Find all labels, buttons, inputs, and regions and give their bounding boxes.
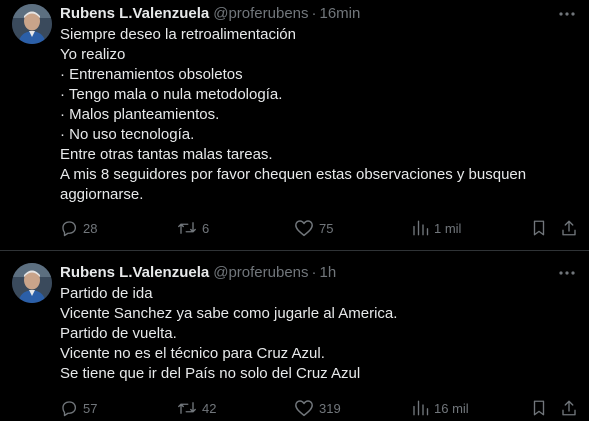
tweet-text-line: · No uso tecnología.: [60, 126, 195, 143]
like-count: 319: [319, 400, 341, 416]
avatar[interactable]: [12, 263, 52, 303]
bookmark-button[interactable]: [530, 398, 548, 418]
like-button[interactable]: 319: [294, 398, 341, 418]
tweet-text-line: Vicente Sanchez ya sabe como jugarle al …: [60, 305, 398, 322]
reply-count: 28: [83, 220, 98, 236]
tweet-text-line: aggiornarse.: [60, 186, 144, 203]
like-icon: [295, 400, 313, 417]
separator-dot: ·: [311, 5, 317, 22]
tweet-text-line: Partido de vuelta.: [60, 325, 177, 342]
share-button[interactable]: [560, 398, 578, 418]
tweet[interactable]: Rubens L.Valenzuela @proferubens · 16min Si…: [0, 0, 589, 251]
separator-dot: ·: [311, 264, 317, 281]
tweet-actions: 28 6 75 1 mil: [60, 218, 580, 238]
retweet-button[interactable]: 42: [177, 398, 216, 418]
reply-icon: [62, 401, 77, 417]
tweet[interactable]: Rubens L.Valenzuela @proferubens · 1h Parti…: [0, 251, 589, 421]
author-name[interactable]: Rubens L.Valenzuela: [60, 264, 209, 281]
retweet-count: 42: [202, 400, 217, 416]
views-count: 16 mil: [434, 400, 469, 416]
author-handle[interactable]: @proferubens: [213, 264, 308, 281]
views-icon: [413, 400, 429, 416]
tweet-text-line: Partido de ida: [60, 285, 153, 302]
bookmark-button[interactable]: [530, 218, 548, 238]
tweet-text-line: A mis 8 seguidores por favor chequen est…: [60, 166, 527, 183]
share-button[interactable]: [560, 218, 578, 238]
tweet-actions: 57 42 319 16 mil: [60, 398, 580, 418]
avatar-photo: [12, 4, 52, 44]
tweet-text: Siempre deseo la retroalimentación Yo re…: [60, 25, 580, 205]
reply-count: 57: [83, 400, 98, 416]
tweet-text-line: Se tiene que ir del País no solo del Cru…: [60, 365, 361, 382]
avatar[interactable]: [12, 4, 52, 44]
tweet-text-line: Siempre deseo la retroalimentación: [60, 26, 296, 43]
tweet-text-line: Vicente no es el técnico para Cruz Azul.: [60, 345, 325, 362]
tweet-text-line: · Tengo mala o nula metodología.: [60, 86, 283, 103]
timestamp[interactable]: 1h: [320, 264, 337, 281]
like-count: 75: [319, 220, 334, 236]
retweet-icon: [178, 222, 196, 234]
like-icon: [295, 220, 313, 237]
views-icon: [413, 220, 429, 236]
retweet-button[interactable]: 6: [177, 218, 209, 238]
tweet-text-line: · Malos planteamientos.: [60, 106, 220, 123]
more-icon[interactable]: [557, 263, 577, 283]
reply-button[interactable]: 57: [60, 398, 97, 418]
bookmark-icon: [533, 400, 545, 416]
timestamp[interactable]: 16min: [320, 5, 361, 22]
tweet-header: Rubens L.Valenzuela @proferubens · 16min: [60, 4, 360, 24]
tweet-header: Rubens L.Valenzuela @proferubens · 1h: [60, 263, 336, 283]
like-button[interactable]: 75: [294, 218, 333, 238]
share-icon: [562, 220, 576, 236]
reply-icon: [62, 221, 77, 237]
share-icon: [562, 400, 576, 416]
tweet-text-line: · Entrenamientos obsoletos: [60, 66, 243, 83]
tweet-text-line: Yo realizo: [60, 46, 126, 63]
avatar-photo: [12, 263, 52, 303]
views-count: 1 mil: [434, 220, 462, 236]
retweet-icon: [178, 402, 196, 414]
author-handle[interactable]: @proferubens: [213, 5, 308, 22]
views-button[interactable]: 1 mil: [411, 218, 461, 238]
bookmark-icon: [533, 220, 545, 236]
tweet-text-line: Entre otras tantas malas tareas.: [60, 146, 273, 163]
retweet-count: 6: [202, 220, 210, 236]
author-name[interactable]: Rubens L.Valenzuela: [60, 5, 209, 22]
more-icon[interactable]: [557, 4, 577, 24]
tweet-text: Partido de ida Vicente Sanchez ya sabe c…: [60, 284, 580, 384]
reply-button[interactable]: 28: [60, 218, 97, 238]
views-button[interactable]: 16 mil: [411, 398, 469, 418]
